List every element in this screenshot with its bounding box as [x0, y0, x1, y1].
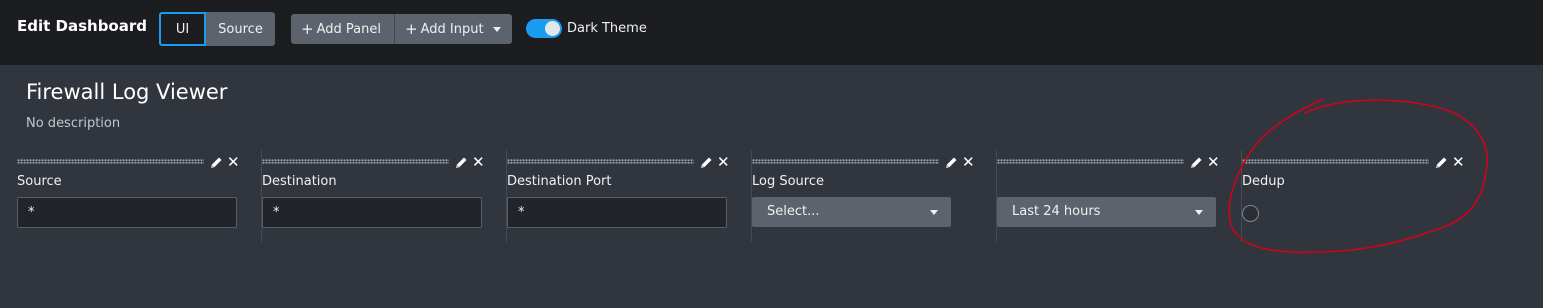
drag-handle-icon[interactable]	[1242, 159, 1429, 164]
input-label: Source	[17, 174, 62, 189]
close-icon[interactable]: ✕	[227, 154, 240, 170]
toggle-knob	[545, 21, 560, 36]
dropdown-value: Select...	[767, 204, 820, 219]
plus-icon: +	[301, 20, 314, 38]
input-panel-source: ✕ Source *	[17, 150, 262, 242]
add-button-group: + Add Panel + Add Input	[291, 14, 512, 44]
input-panel-time-range: ✕ Last 24 hours	[997, 150, 1242, 242]
add-input-label: Add Input	[420, 21, 484, 37]
page-title: Edit Dashboard	[17, 17, 147, 35]
chevron-down-icon	[1195, 210, 1203, 215]
pencil-icon[interactable]	[1190, 156, 1203, 169]
close-icon[interactable]: ✕	[962, 154, 975, 170]
destination-input[interactable]: *	[262, 197, 482, 228]
plus-icon: +	[405, 20, 418, 38]
drag-handle-icon[interactable]	[507, 159, 694, 164]
chevron-down-icon	[492, 26, 501, 32]
dark-theme-toggle[interactable]	[526, 19, 562, 38]
log-source-dropdown[interactable]: Select...	[752, 197, 951, 227]
top-bar: Edit Dashboard UI Source + Add Panel + A…	[0, 0, 1543, 65]
destination-port-input[interactable]: *	[507, 197, 727, 228]
dark-theme-label: Dark Theme	[567, 21, 647, 36]
pencil-icon[interactable]	[700, 156, 713, 169]
dropdown-value: Last 24 hours	[1012, 204, 1101, 219]
pencil-icon[interactable]	[945, 156, 958, 169]
drag-handle-icon[interactable]	[17, 159, 204, 164]
input-label: Dedup	[1242, 174, 1285, 189]
close-icon[interactable]: ✕	[717, 154, 730, 170]
chevron-down-icon	[930, 210, 938, 215]
pencil-icon[interactable]	[210, 156, 223, 169]
time-range-picker[interactable]: Last 24 hours	[997, 197, 1216, 227]
input-label: Log Source	[752, 174, 825, 189]
tab-ui[interactable]: UI	[159, 12, 206, 46]
add-panel-label: Add Panel	[316, 21, 381, 37]
close-icon[interactable]: ✕	[472, 154, 485, 170]
source-input[interactable]: *	[17, 197, 237, 228]
pencil-icon[interactable]	[1435, 156, 1448, 169]
pencil-icon[interactable]	[455, 156, 468, 169]
drag-handle-icon[interactable]	[997, 159, 1184, 164]
mode-switcher: UI Source	[159, 12, 275, 46]
dedup-radio[interactable]	[1242, 205, 1259, 222]
input-panel-dedup: ✕ Dedup	[1242, 150, 1487, 242]
drag-handle-icon[interactable]	[752, 159, 939, 164]
dashboard-title: Firewall Log Viewer	[26, 80, 228, 104]
add-panel-button[interactable]: + Add Panel	[291, 14, 395, 44]
add-input-button[interactable]: + Add Input	[395, 14, 512, 44]
input-panel-log-source: ✕ Log Source Select...	[752, 150, 997, 242]
input-panel-destination: ✕ Destination *	[262, 150, 507, 242]
close-icon[interactable]: ✕	[1452, 154, 1465, 170]
dashboard-description: No description	[26, 116, 121, 131]
close-icon[interactable]: ✕	[1207, 154, 1220, 170]
input-label: Destination	[262, 174, 337, 189]
input-label: Destination Port	[507, 174, 612, 189]
drag-handle-icon[interactable]	[262, 159, 449, 164]
tab-source[interactable]: Source	[206, 12, 275, 46]
input-panel-destination-port: ✕ Destination Port *	[507, 150, 752, 242]
